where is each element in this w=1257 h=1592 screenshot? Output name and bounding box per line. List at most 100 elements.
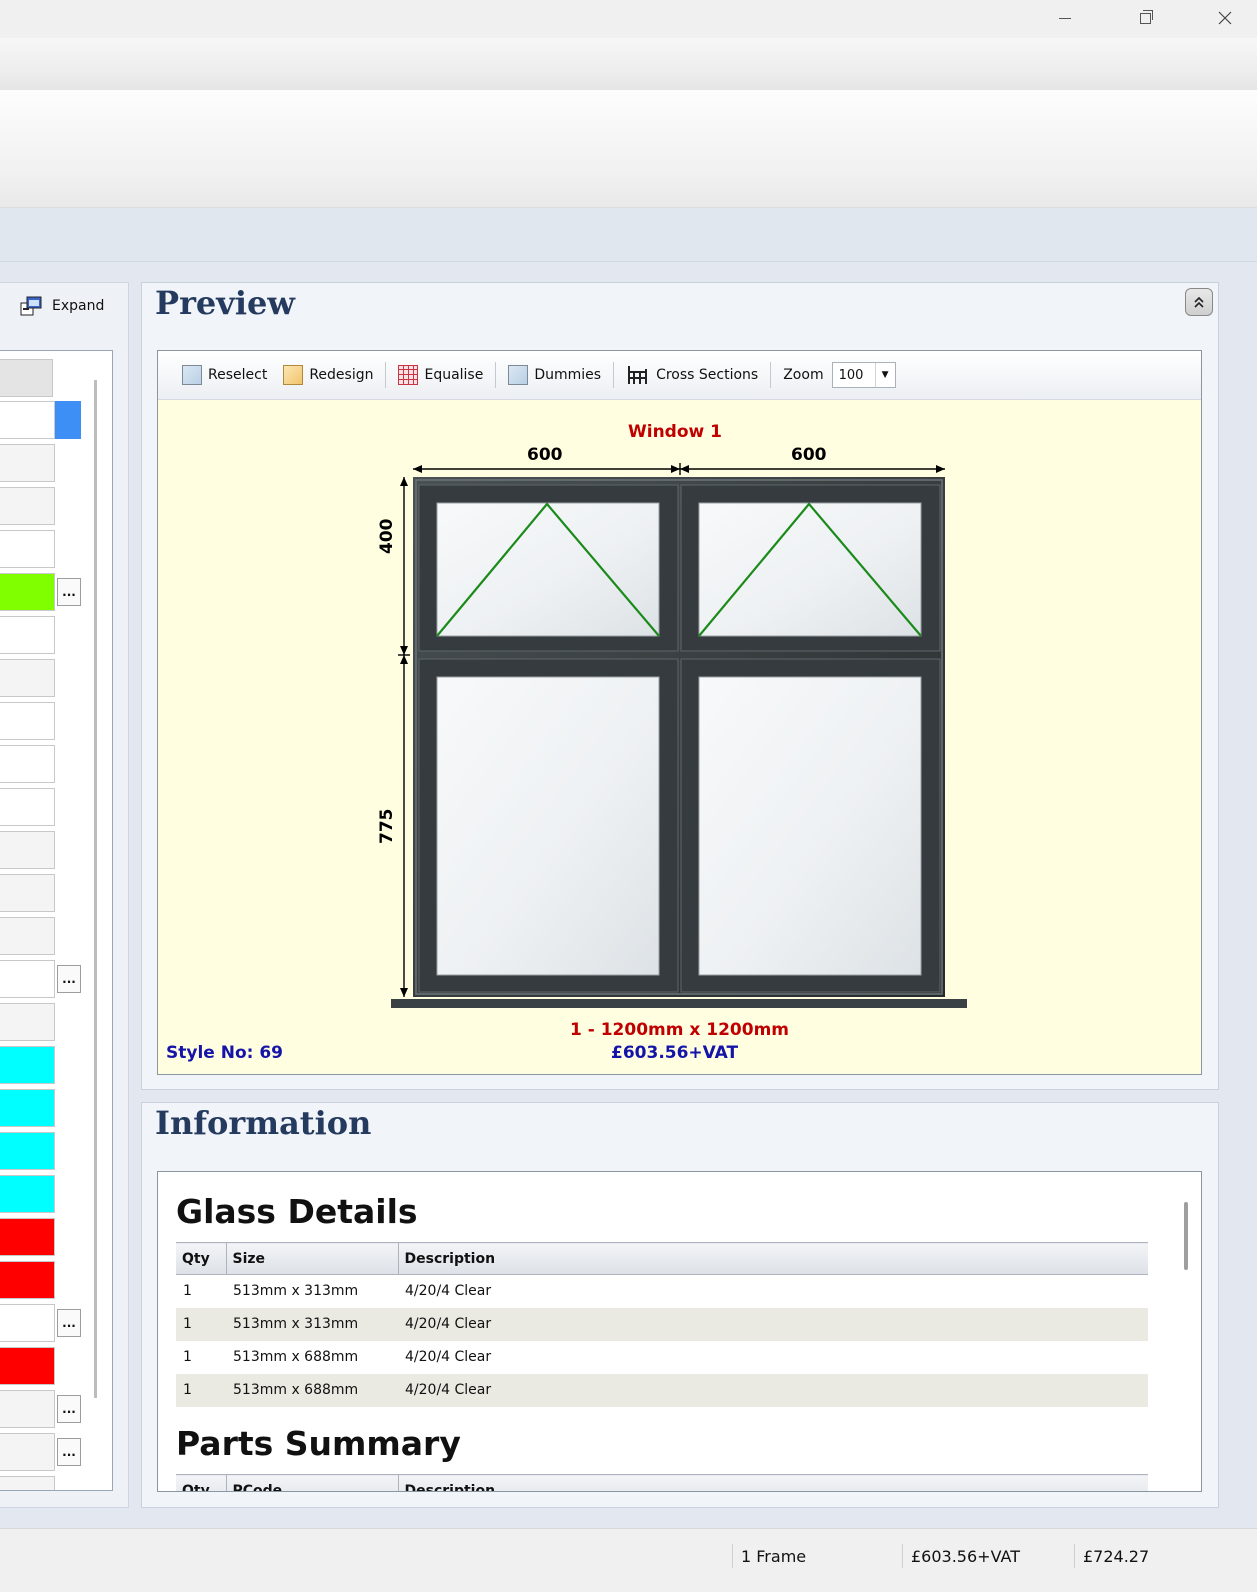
option-field[interactable]	[0, 359, 53, 397]
color-field-green[interactable]	[0, 573, 55, 611]
glass-pane	[698, 676, 922, 976]
color-field-cyan[interactable]	[0, 1046, 55, 1084]
browse-button[interactable]: ...	[57, 965, 81, 993]
glass-pane	[698, 502, 922, 637]
parts-summary-table: Qty PCode Description	[176, 1474, 1148, 1491]
color-swatch-blue[interactable]	[55, 401, 81, 439]
preview-toolbar: Reselect Redesign Equalise Dummies Cross…	[158, 351, 1201, 400]
glass-pane	[436, 502, 660, 637]
option-field[interactable]	[0, 1476, 55, 1490]
double-chevron-up-icon	[1194, 296, 1204, 308]
restore-button[interactable]	[1122, 0, 1168, 36]
cross-sections-icon	[628, 366, 648, 384]
column-header: Description	[397, 1242, 1148, 1275]
table-row: 1 513mm x 688mm 4/20/4 Clear	[183, 1349, 492, 1365]
glass-details-table: Qty Size Description 1 513mm x 313mm 4/2…	[176, 1242, 1148, 1407]
table-row: 1 513mm x 313mm 4/20/4 Clear	[183, 1283, 492, 1300]
browse-button[interactable]: ...	[57, 1309, 81, 1337]
toolbar-separator	[495, 362, 497, 388]
table-row: 1 513mm x 313mm 4/20/4 Clear	[176, 1307, 1148, 1341]
reselect-button[interactable]: Reselect	[174, 359, 275, 391]
option-field[interactable]	[0, 659, 55, 697]
status-price-ex-vat: £603.56+VAT	[902, 1544, 1072, 1568]
width-dimension-right: 600	[791, 445, 827, 465]
cross-sections-button[interactable]: Cross Sections	[618, 359, 766, 391]
equalise-button[interactable]: Equalise	[390, 359, 491, 391]
parts-summary-clip: Qty PCode Description	[176, 1474, 1148, 1491]
expand-icon	[20, 294, 46, 318]
information-title: Information	[155, 1104, 372, 1142]
color-field-red[interactable]	[0, 1218, 55, 1256]
style-number: Style No: 69	[166, 1043, 284, 1063]
price-caption: £603.56+VAT	[611, 1043, 739, 1063]
option-field[interactable]	[0, 487, 55, 525]
width-dimension-left: 600	[527, 445, 563, 465]
options-scrollbar[interactable]	[94, 380, 97, 1398]
column-header: Qty	[176, 1242, 226, 1275]
option-field[interactable]	[0, 917, 55, 955]
color-field-cyan[interactable]	[0, 1132, 55, 1170]
chevron-down-icon: ▼	[874, 363, 895, 387]
column-header: Description	[397, 1474, 1148, 1491]
expand-label: Expand	[52, 298, 105, 314]
zoom-label: Zoom	[783, 367, 824, 383]
window-diagram	[391, 463, 967, 1008]
equalise-icon	[398, 365, 419, 385]
toolbar-separator	[385, 362, 387, 388]
option-field[interactable]	[0, 960, 55, 998]
preview-title: Preview	[155, 284, 295, 322]
status-price-total: £724.27	[1074, 1544, 1234, 1568]
option-field[interactable]	[0, 1003, 55, 1041]
expand-button[interactable]: Expand	[20, 292, 104, 320]
color-field-red[interactable]	[0, 1261, 55, 1299]
option-field[interactable]	[0, 745, 55, 783]
browse-button[interactable]: ...	[57, 578, 81, 606]
dummies-icon	[508, 365, 529, 385]
color-field-cyan[interactable]	[0, 1089, 55, 1127]
minimize-button[interactable]	[1042, 0, 1088, 36]
close-icon	[1218, 11, 1232, 25]
ribbon-band	[0, 208, 1257, 262]
dummies-button[interactable]: Dummies	[500, 359, 609, 391]
ribbon-body	[0, 90, 1257, 208]
height-dimension-top: 400	[377, 518, 397, 555]
reselect-icon	[182, 365, 202, 385]
option-field[interactable]	[0, 530, 55, 568]
zoom-dropdown[interactable]: 100 ▼	[831, 362, 896, 388]
size-caption: 1 - 1200mm x 1200mm	[570, 1020, 790, 1040]
glass-pane	[436, 676, 660, 976]
option-field[interactable]	[0, 702, 55, 740]
table-row: 1 513mm x 688mm 4/20/4 Clear	[176, 1373, 1148, 1407]
redesign-icon	[283, 365, 304, 385]
height-dimension-bottom: 775	[377, 808, 397, 845]
color-field-red[interactable]	[0, 1347, 55, 1385]
window-drawing: Window 1 600 600 400 775 1 - 1200mm x 12…	[158, 401, 1201, 1074]
option-field[interactable]	[0, 1304, 55, 1342]
glass-details-heading: Glass Details	[176, 1192, 418, 1231]
toolbar-separator	[613, 362, 615, 388]
browse-button[interactable]: ...	[57, 1395, 81, 1423]
color-field-cyan[interactable]	[0, 1175, 55, 1213]
collapse-button[interactable]	[1185, 288, 1213, 316]
option-field[interactable]	[0, 1390, 55, 1428]
information-scrollbar[interactable]	[1184, 1202, 1188, 1270]
minimize-icon	[1059, 17, 1071, 19]
close-button[interactable]	[1202, 0, 1248, 36]
restore-icon	[1139, 9, 1153, 24]
column-header: Size	[225, 1242, 398, 1275]
redesign-button[interactable]: Redesign	[275, 359, 381, 391]
status-frame-count: 1 Frame	[732, 1544, 900, 1568]
window-sill	[391, 999, 967, 1008]
column-header: Qty	[176, 1474, 226, 1491]
title-bar	[0, 0, 1257, 38]
zoom-value: 100	[838, 367, 864, 383]
option-field[interactable]	[0, 444, 55, 482]
option-field[interactable]	[0, 831, 55, 869]
option-field[interactable]	[0, 874, 55, 912]
option-field[interactable]	[0, 788, 55, 826]
toolbar-separator	[770, 362, 772, 388]
option-field[interactable]	[0, 401, 55, 439]
browse-button[interactable]: ...	[57, 1438, 81, 1466]
option-field[interactable]	[0, 616, 55, 654]
option-field[interactable]	[0, 1433, 55, 1471]
